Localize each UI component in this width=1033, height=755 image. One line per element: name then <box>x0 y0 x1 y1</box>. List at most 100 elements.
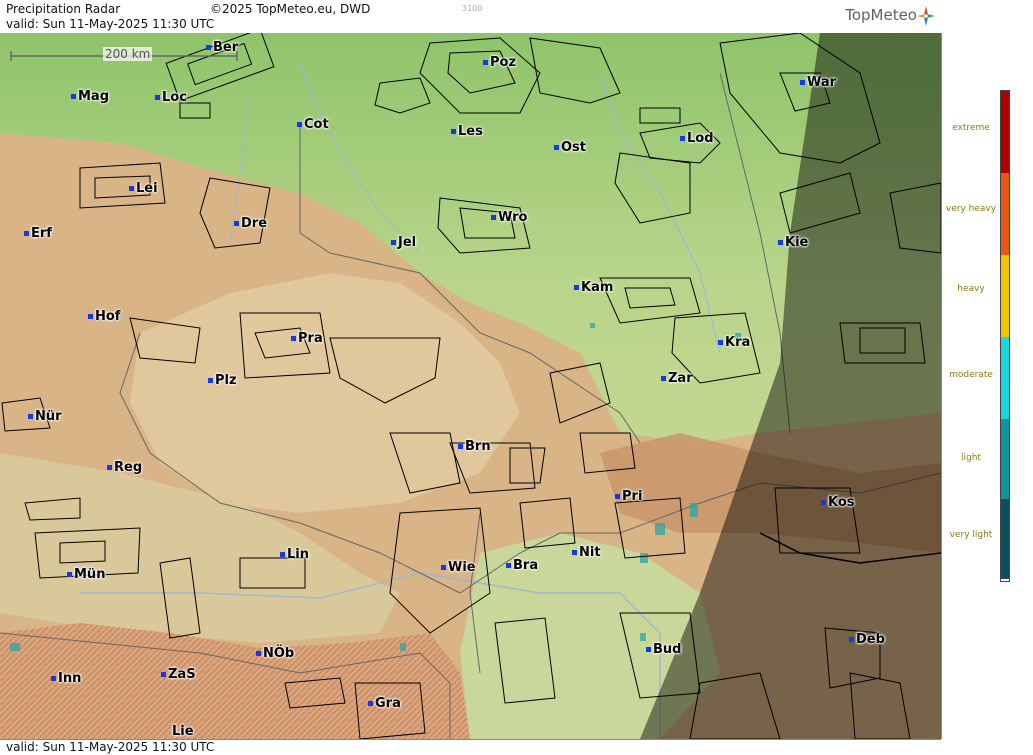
topmeteo-logo[interactable]: TopMeteo <box>845 6 935 26</box>
legend-label-light: light <box>961 453 981 463</box>
city-marker[interactable]: Gra <box>368 696 401 711</box>
legend-swatch <box>1001 419 1009 499</box>
header-bar: Precipitation Radar ©2025 TopMeteo.eu, D… <box>0 0 941 34</box>
city-label: Hof <box>95 309 121 324</box>
city-label: Lie <box>172 724 194 739</box>
city-marker[interactable]: Cot <box>297 117 329 132</box>
city-label: Plz <box>215 373 237 388</box>
city-marker[interactable]: Inn <box>51 671 81 686</box>
city-label: Wro <box>498 210 528 225</box>
city-label: Brn <box>465 439 491 454</box>
city-marker[interactable]: Pra <box>291 331 323 346</box>
city-marker[interactable]: Mün <box>67 567 105 582</box>
city-label: War <box>807 75 837 90</box>
city-label: Zar <box>668 371 693 386</box>
city-label: Bra <box>513 558 539 573</box>
city-label: Kam <box>581 280 614 295</box>
city-marker[interactable]: Pri <box>615 489 642 504</box>
city-label: Ost <box>561 140 587 155</box>
city-marker[interactable]: ZaS <box>161 667 196 682</box>
legend-label-heavy: heavy <box>957 284 985 294</box>
city-marker[interactable]: Bra <box>506 558 538 573</box>
city-marker[interactable]: Lod <box>680 131 714 146</box>
city-label: Kie <box>785 235 809 250</box>
city-marker[interactable]: Bud <box>646 642 681 657</box>
city-label: Loc <box>162 90 187 105</box>
city-marker[interactable]: Plz <box>208 373 237 388</box>
city-marker[interactable]: Ber <box>206 40 238 55</box>
city-label: Pri <box>622 489 643 504</box>
legend-label-very-light: very light <box>949 530 993 540</box>
city-label: Bud <box>653 642 682 657</box>
city-marker[interactable]: Mag <box>71 89 109 104</box>
city-marker[interactable]: War <box>800 75 836 90</box>
city-label: Jel <box>398 235 417 250</box>
logo-text: TopMeteo <box>845 6 917 24</box>
legend-swatch <box>1001 499 1009 579</box>
city-label: Nür <box>35 409 62 424</box>
map-title: Precipitation Radar <box>6 2 121 16</box>
legend-swatch <box>1001 91 1009 173</box>
legend-swatch <box>1001 337 1009 419</box>
city-marker[interactable]: Dre <box>234 216 267 231</box>
legend-label-very-heavy: very heavy <box>945 204 997 214</box>
city-label: Kos <box>828 495 855 510</box>
city-marker[interactable]: Poz <box>483 55 516 70</box>
intensity-legend: extreme very heavy heavy moderate light … <box>942 0 1033 754</box>
city-marker[interactable]: Lei <box>129 181 158 196</box>
city-marker[interactable]: Loc <box>155 90 187 105</box>
legend-swatch <box>1001 173 1009 255</box>
legend-swatch <box>1001 255 1009 337</box>
scale-label: 200 km <box>103 47 153 61</box>
city-marker[interactable]: Deb <box>849 632 885 647</box>
city-label: Nit <box>579 545 601 560</box>
city-label: Lin <box>287 547 309 562</box>
city-label: Mag <box>78 89 110 104</box>
city-marker[interactable]: Kam <box>574 280 613 295</box>
city-marker[interactable]: Reg <box>107 460 142 475</box>
footer-bar: valid: Sun 11-May-2025 11:30 UTC <box>0 739 941 755</box>
city-label: Deb <box>856 632 885 647</box>
city-label: NÖb <box>263 646 295 661</box>
valid-time: valid: Sun 11-May-2025 11:30 UTC <box>6 17 215 31</box>
city-label: Mün <box>74 567 106 582</box>
city-marker[interactable]: NÖb <box>256 646 294 661</box>
city-marker[interactable]: Zar <box>661 371 693 386</box>
legend-label-extreme: extreme <box>952 123 990 133</box>
city-label: Les <box>458 124 483 139</box>
city-label: Lod <box>687 131 714 146</box>
legend-label-moderate: moderate <box>949 370 993 380</box>
city-marker[interactable]: Lie <box>172 724 194 739</box>
city-label: Ber <box>213 40 239 55</box>
city-label: Pra <box>298 331 323 346</box>
radar-map[interactable]: 200 km Ber Poz War Mag Loc Cot Les Ost L… <box>0 33 942 739</box>
city-marker[interactable]: Nit <box>572 545 601 560</box>
city-marker[interactable]: Kie <box>778 235 808 250</box>
scale-bar: 200 km <box>10 47 238 63</box>
city-label: Gra <box>375 696 401 711</box>
compass-icon <box>917 6 935 26</box>
city-marker[interactable]: Wro <box>491 210 527 225</box>
copyright-text: ©2025 TopMeteo.eu, DWD <box>210 2 371 16</box>
city-label: Erf <box>31 226 52 241</box>
city-marker[interactable]: Lin <box>280 547 309 562</box>
legend-color-bar <box>1000 90 1010 582</box>
city-label: ZaS <box>168 667 196 682</box>
city-marker[interactable]: Kra <box>718 335 750 350</box>
city-label: Cot <box>304 117 329 132</box>
city-label: Lei <box>136 181 158 196</box>
city-marker[interactable]: Hof <box>88 309 120 324</box>
city-marker[interactable]: Jel <box>391 235 416 250</box>
city-marker[interactable]: Les <box>451 124 483 139</box>
city-marker[interactable]: Nür <box>28 409 62 424</box>
footer-valid-time: valid: Sun 11-May-2025 11:30 UTC <box>6 740 215 754</box>
city-marker[interactable]: Kos <box>821 495 855 510</box>
city-marker[interactable]: Brn <box>458 439 491 454</box>
city-marker[interactable]: Wie <box>441 560 476 575</box>
city-label: Reg <box>114 460 143 475</box>
city-marker[interactable]: Ost <box>554 140 586 155</box>
city-marker[interactable]: Erf <box>24 226 52 241</box>
city-label: Dre <box>241 216 268 231</box>
city-label: Kra <box>725 335 751 350</box>
altitude-mark: 3100 <box>462 4 483 13</box>
